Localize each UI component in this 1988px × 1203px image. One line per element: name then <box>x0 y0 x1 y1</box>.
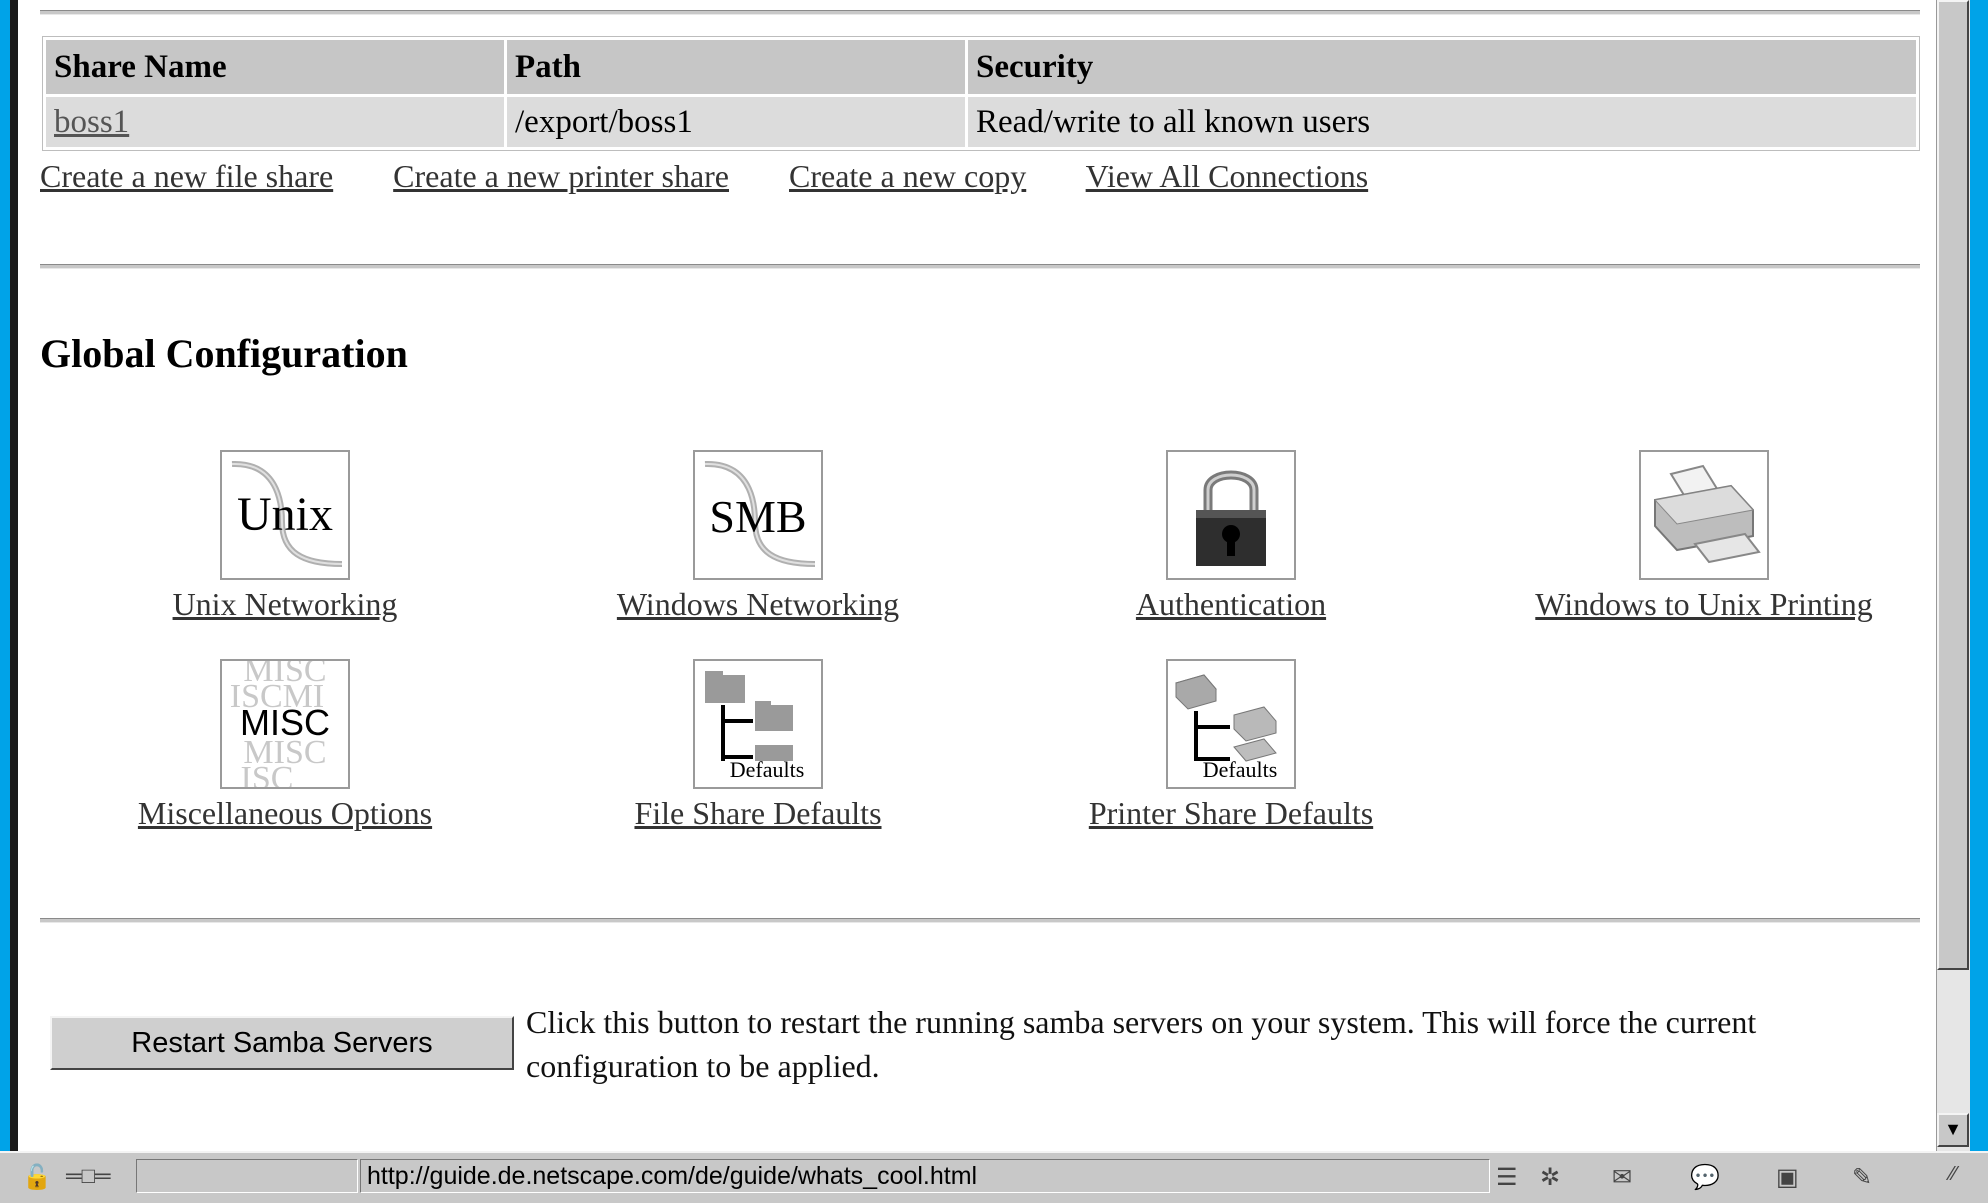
status-bar: 🔓 ═□═ http://guide.de.netscape.com/de/gu… <box>0 1151 1988 1203</box>
misc-icon: MISC ISCMI MISC ISC MISC <box>220 659 350 789</box>
windows-networking-label: Windows Networking <box>616 586 900 622</box>
view-all-connections-link[interactable]: View All Connections <box>1086 158 1369 194</box>
scrollbar-thumb[interactable] <box>1937 0 1969 970</box>
navigator-icon[interactable]: ✲ <box>1540 1163 1560 1192</box>
progress-field <box>136 1159 358 1193</box>
divider <box>40 264 1920 269</box>
authentication-option[interactable]: Authentication <box>1021 450 1441 623</box>
mail-icon[interactable]: ✉ <box>1612 1163 1632 1192</box>
column-header-path: Path <box>507 40 965 94</box>
connection-status-icon: ═□═ <box>66 1163 111 1188</box>
unix-networking-option[interactable]: Unix Unix Networking <box>75 450 495 623</box>
security-lock-icon[interactable]: 🔓 <box>22 1163 52 1192</box>
status-url: http://guide.de.netscape.com/de/guide/wh… <box>360 1159 1490 1193</box>
windows-networking-option[interactable]: SMB Windows Networking <box>548 450 968 623</box>
discussion-icon[interactable]: 💬 <box>1690 1163 1720 1192</box>
padlock-icon <box>1166 450 1296 580</box>
table-header-row: Share Name Path Security <box>46 40 1916 94</box>
windows-networking-icon: SMB <box>693 450 823 580</box>
svg-text:ISC: ISC <box>241 760 294 787</box>
scroll-down-arrow-icon[interactable]: ▼ <box>1937 1113 1969 1147</box>
share-link-boss1[interactable]: boss1 <box>54 104 129 140</box>
file-share-defaults-icon: Defaults <box>693 659 823 789</box>
authentication-label: Authentication <box>1135 586 1327 622</box>
page-info-icon[interactable]: ☰ <box>1496 1163 1518 1192</box>
svg-text:Defaults: Defaults <box>730 757 805 782</box>
printer-share-defaults-option[interactable]: Defaults Printer Share Defaults <box>1021 659 1441 832</box>
file-share-defaults-option[interactable]: Defaults File Share Defaults <box>548 659 968 832</box>
window-left-border <box>10 0 18 1151</box>
column-header-security: Security <box>968 40 1916 94</box>
miscellaneous-options-label: Miscellaneous Options <box>137 795 433 831</box>
file-share-defaults-label: File Share Defaults <box>634 795 882 831</box>
printer-share-defaults-label: Printer Share Defaults <box>1088 795 1374 831</box>
svg-text:MISC: MISC <box>240 702 330 743</box>
unix-networking-label: Unix Networking <box>172 586 398 622</box>
table-row: boss1 /export/boss1 Read/write to all kn… <box>46 97 1916 147</box>
unix-networking-icon: Unix <box>220 450 350 580</box>
page-content: Share Name Path Security boss1 /export/b… <box>18 0 1936 1151</box>
printer-share-defaults-icon: Defaults <box>1166 659 1296 789</box>
create-printer-share-link[interactable]: Create a new printer share <box>393 158 729 194</box>
share-path-cell: /export/boss1 <box>507 97 965 147</box>
column-header-share-name: Share Name <box>46 40 504 94</box>
divider <box>40 918 1920 923</box>
create-copy-link[interactable]: Create a new copy <box>789 158 1026 194</box>
edit-icon[interactable]: ✎ <box>1852 1163 1872 1192</box>
svg-text:Unix: Unix <box>237 488 333 541</box>
shares-table: Share Name Path Security boss1 /export/b… <box>42 36 1920 151</box>
share-actions: Create a new file share Create a new pri… <box>40 158 1420 195</box>
restart-description: Click this button to restart the running… <box>526 1004 1757 1084</box>
divider <box>40 10 1920 15</box>
windows-to-unix-printing-label: Windows to Unix Printing <box>1535 586 1873 622</box>
resize-grip-icon[interactable]: ⁄⁄ <box>1950 1163 1957 1186</box>
restart-samba-servers-button[interactable]: Restart Samba Servers <box>50 1016 514 1070</box>
section-title-global-configuration: Global Configuration <box>40 331 408 376</box>
window-right-border <box>1970 0 1988 1151</box>
share-name-cell: boss1 <box>46 97 504 147</box>
svg-text:Defaults: Defaults <box>1203 757 1278 782</box>
printer-icon <box>1639 450 1769 580</box>
share-security-cell: Read/write to all known users <box>968 97 1916 147</box>
windows-to-unix-printing-option[interactable]: Windows to Unix Printing <box>1494 450 1914 623</box>
create-file-share-link[interactable]: Create a new file share <box>40 158 333 194</box>
svg-text:SMB: SMB <box>709 491 806 542</box>
composer-icon[interactable]: ▣ <box>1776 1163 1799 1192</box>
miscellaneous-options-option[interactable]: MISC ISCMI MISC ISC MISC Miscellaneous O… <box>75 659 495 832</box>
